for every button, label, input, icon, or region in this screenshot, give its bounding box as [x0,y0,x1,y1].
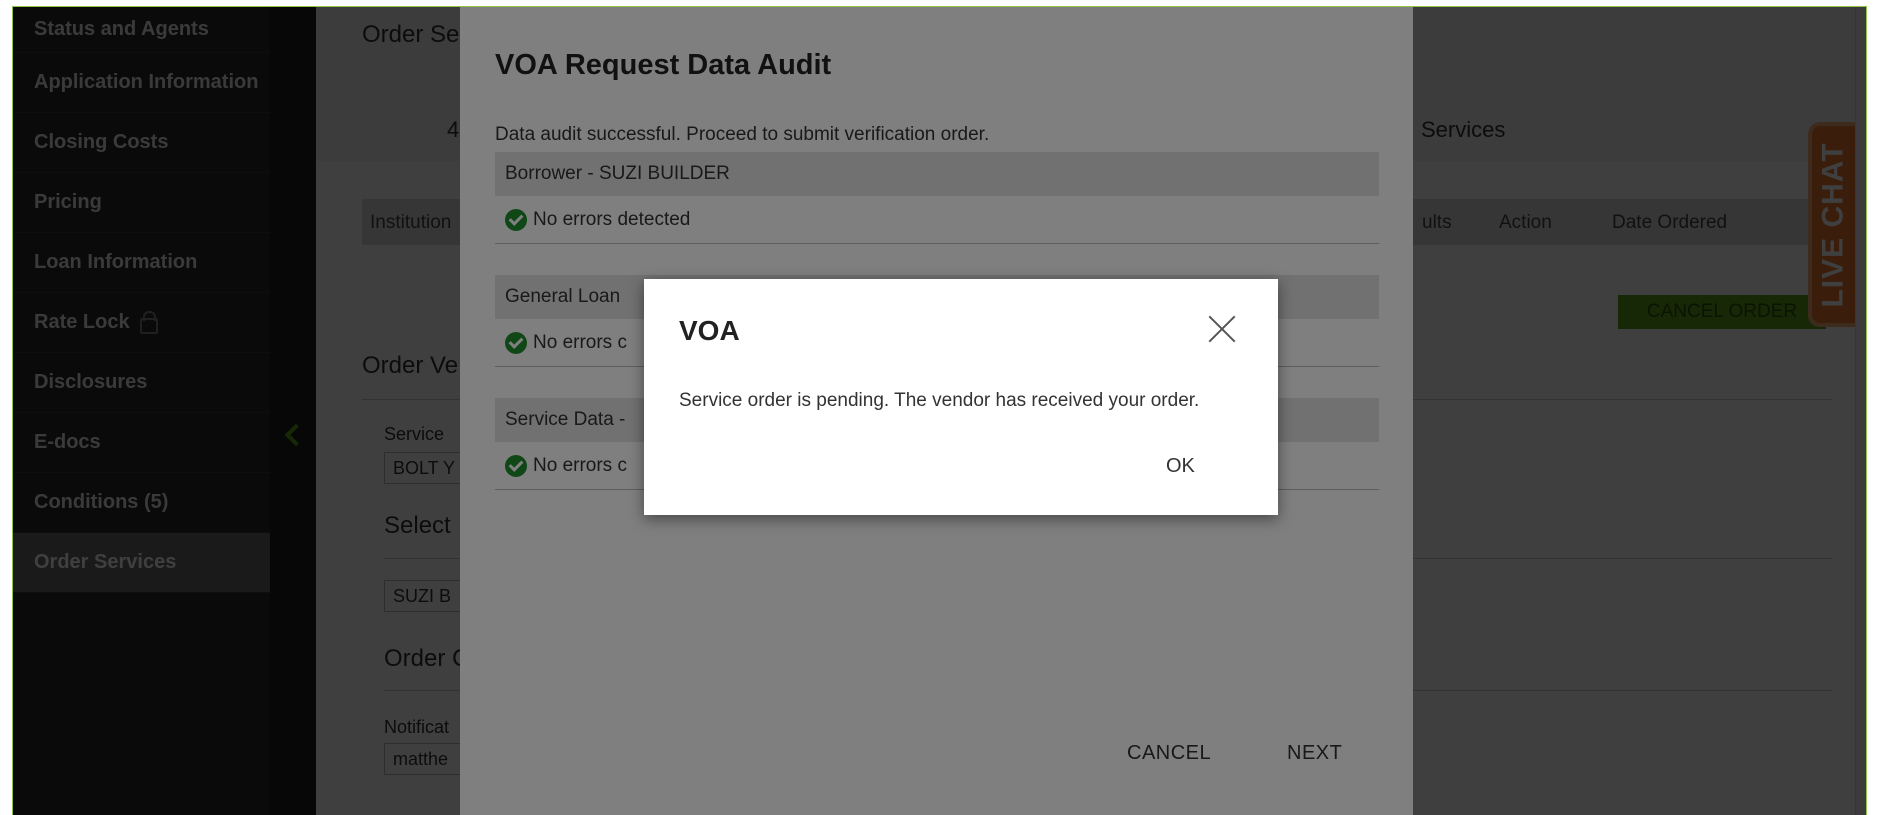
ok-button[interactable]: OK [1166,455,1195,478]
app-frame: Status and Agents Application Informatio… [12,6,1867,815]
alert-title: VOA [679,315,740,346]
voa-alert-dialog: VOA Service order is pending. The vendor… [644,279,1278,515]
alert-message: Service order is pending. The vendor has… [679,390,1200,411]
close-icon[interactable] [1207,313,1237,343]
